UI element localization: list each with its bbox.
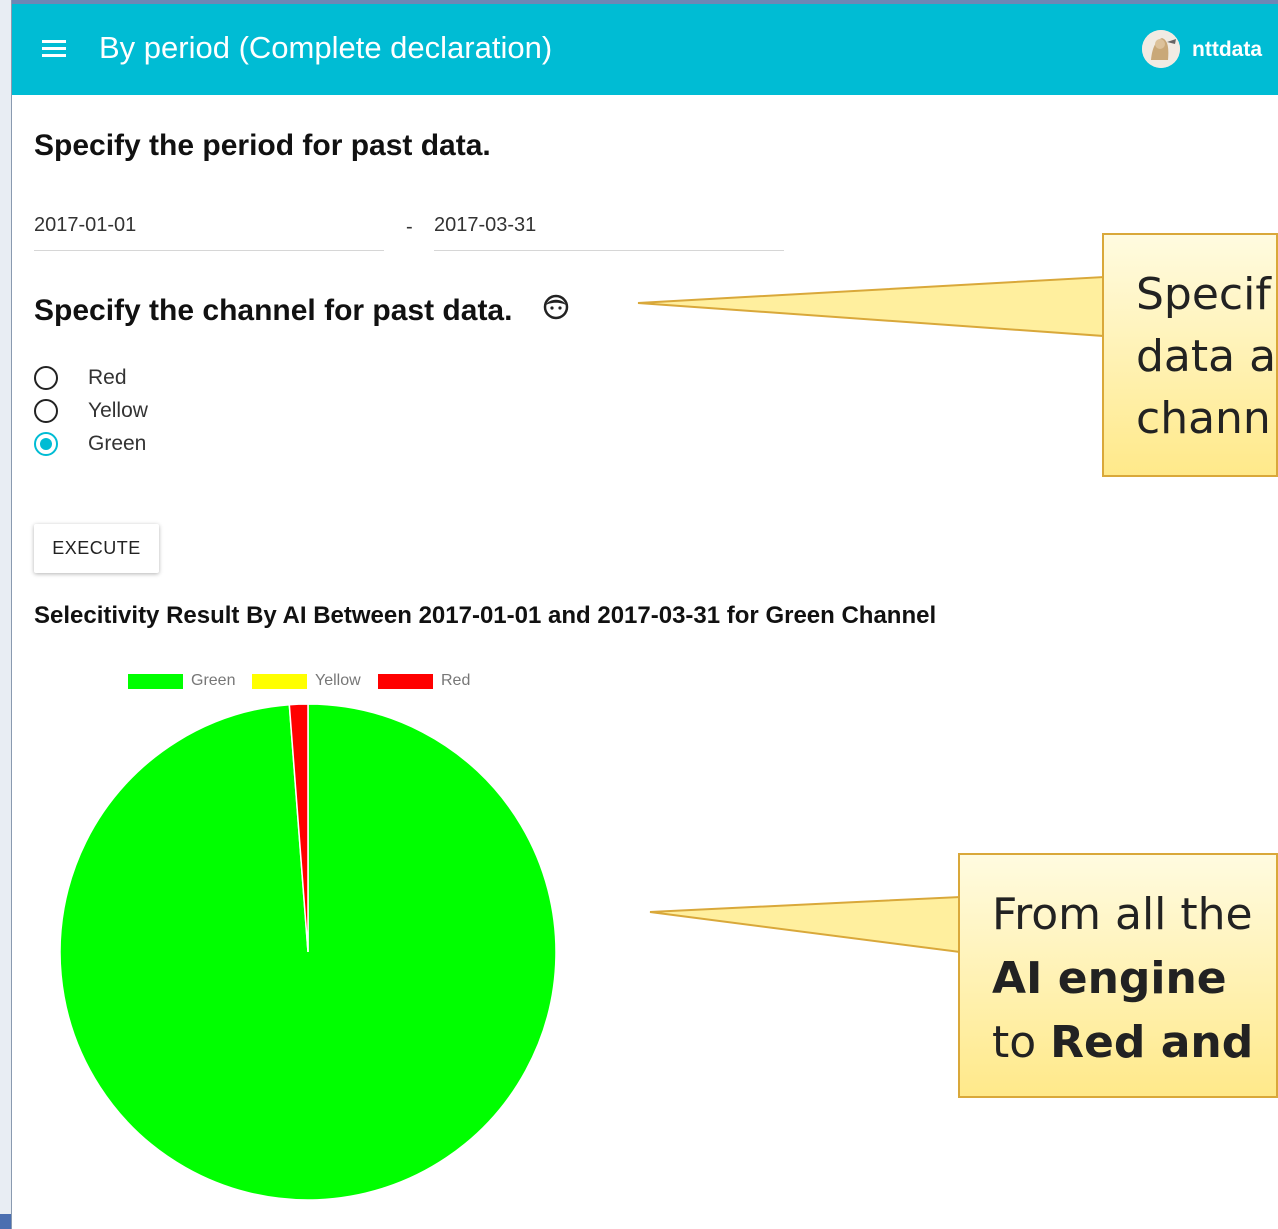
slide-frame-left <box>0 0 12 1229</box>
callout-text-bold: Red and <box>1050 1017 1254 1068</box>
period-heading: Specify the period for past data. <box>34 129 491 162</box>
app-bar: By period (Complete declaration) nttdata <box>12 4 1278 95</box>
date-from-field[interactable]: 2017-01-01 <box>34 214 384 251</box>
legend-swatch <box>128 674 183 689</box>
callout-text: chann <box>1136 393 1271 444</box>
radio-button[interactable] <box>34 399 58 423</box>
channel-heading: Specify the channel for past data. <box>34 294 513 327</box>
date-separator: - <box>406 216 413 238</box>
chart-heading: Selecitivity Result By AI Between 2017-0… <box>34 602 937 629</box>
radio-label: Green <box>88 432 147 455</box>
callout-line: data a <box>1136 331 1276 382</box>
callout-line: to Red and <box>992 1017 1253 1068</box>
hamburger-menu-icon[interactable] <box>42 40 66 58</box>
face-icon[interactable] <box>542 293 570 321</box>
callout-line: chann <box>1136 393 1271 444</box>
date-to-field[interactable]: 2017-03-31 <box>434 214 784 251</box>
radio-button-checked[interactable] <box>34 432 58 456</box>
callout-text: From all the <box>992 889 1253 940</box>
legend-swatch <box>252 674 307 689</box>
callout-text: to <box>992 1017 1051 1068</box>
callout-line: AI engine <box>992 953 1227 1004</box>
pie-chart <box>59 703 557 1201</box>
callout-box-2: From all the AI engine to Red and <box>958 853 1278 1098</box>
legend-swatch <box>378 674 433 689</box>
radio-button[interactable] <box>34 366 58 390</box>
page-title: By period (Complete declaration) <box>99 30 553 65</box>
callout-box-1: Specif data a chann <box>1102 233 1278 477</box>
user-avatar-icon[interactable] <box>1142 30 1180 68</box>
callout-text: data a <box>1136 331 1277 382</box>
slide-frame-corner <box>0 1214 11 1229</box>
callout-line: From all the <box>992 889 1253 940</box>
legend-label: Green <box>191 672 236 689</box>
callout-text-bold: AI engine <box>992 953 1227 1004</box>
user-name[interactable]: nttdata <box>1192 38 1262 62</box>
radio-label: Red <box>88 366 127 389</box>
callout-text: Specif <box>1136 269 1271 320</box>
legend-label: Red <box>441 672 471 689</box>
callout-line: Specif <box>1136 269 1271 320</box>
execute-button[interactable]: EXECUTE <box>34 524 159 573</box>
radio-label: Yellow <box>88 399 148 422</box>
legend-label: Yellow <box>315 672 361 689</box>
